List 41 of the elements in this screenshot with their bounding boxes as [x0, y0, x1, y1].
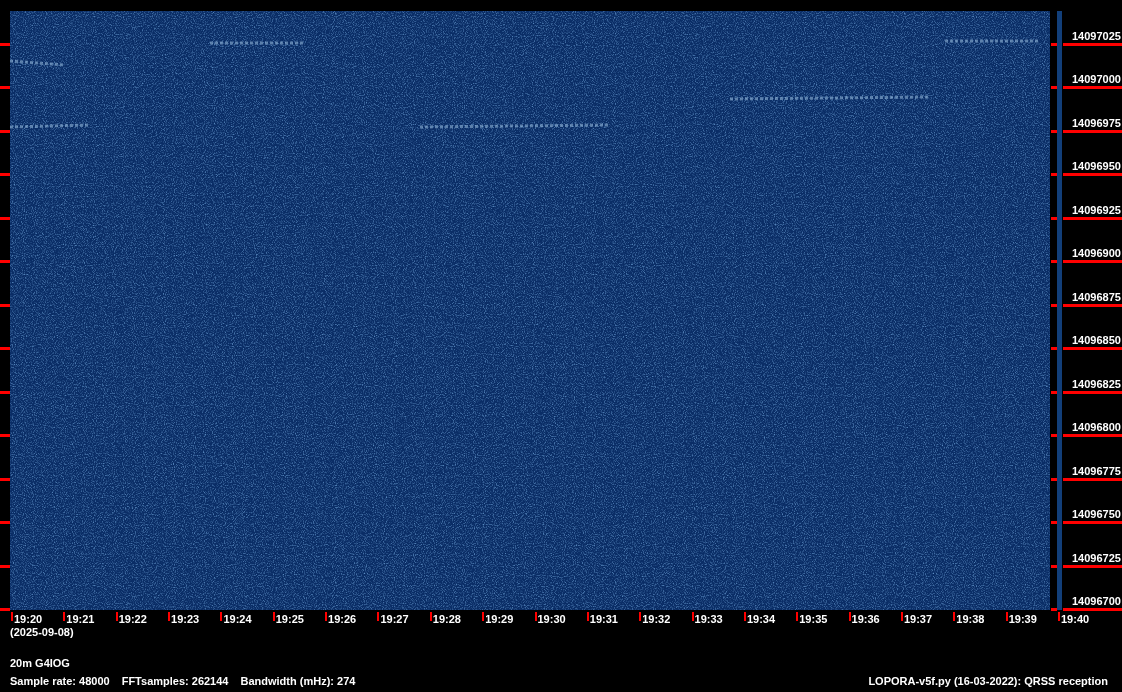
frequency-label: 14096725 — [1072, 551, 1121, 565]
frequency-label: 14096800 — [1072, 421, 1121, 435]
program-info: LOPORA-v5f.py (16-03-2022): QRSS reception — [868, 675, 1108, 688]
time-label: 19:39 — [1008, 613, 1037, 626]
time-label: 19:33 — [694, 613, 723, 626]
time-label: 19:40 — [1061, 613, 1090, 626]
frequency-label: 14096750 — [1072, 508, 1121, 522]
time-label: 19:20 — [14, 613, 43, 626]
time-label: 19:23 — [171, 613, 200, 626]
parameter-text: FFTsamples: 262144 — [121, 675, 229, 688]
time-label: 19:34 — [746, 613, 776, 626]
frequency-label: 14096900 — [1072, 247, 1121, 261]
time-label: 19:28 — [432, 613, 461, 626]
time-label: 19:31 — [589, 613, 618, 626]
time-label: 19:22 — [118, 613, 147, 626]
time-label: 19:30 — [537, 613, 566, 626]
frequency-label: 14096925 — [1072, 203, 1121, 217]
frequency-label: 14096775 — [1072, 464, 1121, 478]
time-label: 19:37 — [903, 613, 933, 626]
frequency-label: 14096950 — [1072, 160, 1121, 174]
parameter-text: Sample rate: 48000 — [10, 675, 110, 688]
frequency-label: 14097025 — [1072, 30, 1121, 43]
parameter-text: Bandwidth (mHz): 274 — [240, 675, 356, 688]
time-label: 19:36 — [851, 613, 880, 626]
time-label: 19:25 — [275, 613, 304, 626]
time-label: 19:24 — [223, 613, 252, 626]
frequency-label: 14096875 — [1072, 290, 1121, 304]
frequency-label: 14096700 — [1072, 595, 1121, 608]
station-label: 20m G4IOG — [10, 657, 71, 670]
time-label: 19:21 — [66, 613, 95, 626]
date-label: (2025-09-08) — [10, 626, 74, 639]
time-label: 19:27 — [380, 613, 409, 626]
time-label: 19:26 — [328, 613, 357, 626]
time-label: 19:29 — [485, 613, 514, 626]
time-label: 19:35 — [799, 613, 828, 626]
time-label: 19:38 — [956, 613, 985, 626]
frequency-label: 14096850 — [1072, 334, 1121, 348]
frequency-label: 14097000 — [1072, 73, 1121, 87]
frequency-label: 14096825 — [1072, 377, 1121, 391]
frequency-label: 14096975 — [1072, 116, 1121, 130]
time-label: 19:32 — [642, 613, 671, 626]
